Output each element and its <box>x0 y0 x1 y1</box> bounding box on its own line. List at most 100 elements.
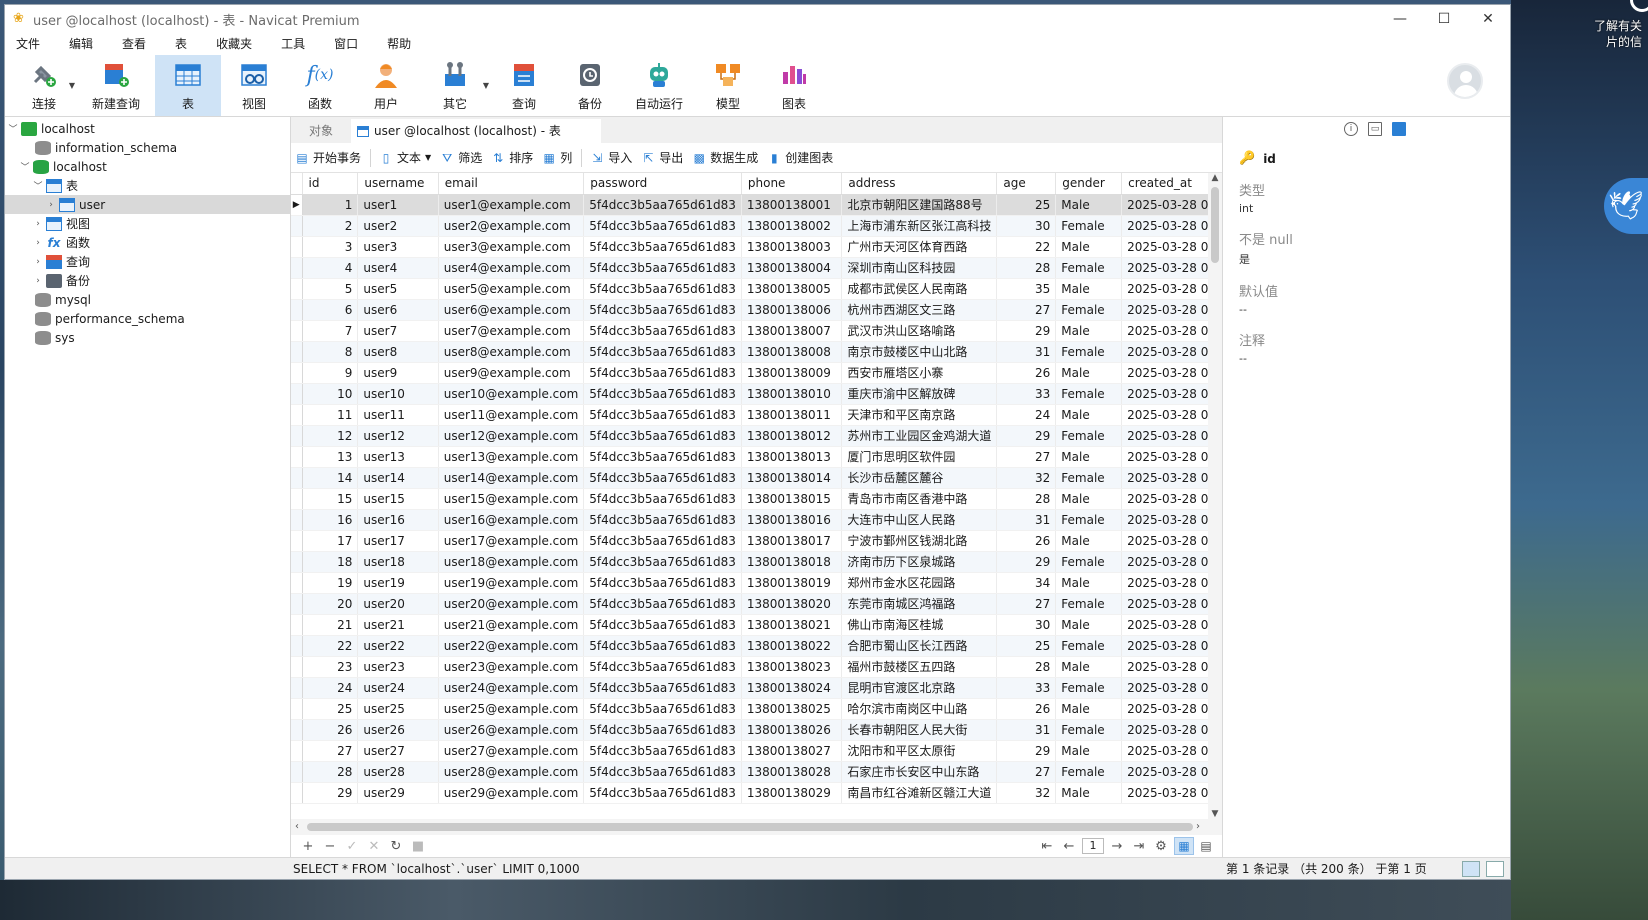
cell-created-at[interactable]: 2025-03-28 08 <box>1121 446 1222 468</box>
cell-address[interactable]: 武汉市洪山区珞喻路 <box>841 320 998 342</box>
cell-gender[interactable]: Female <box>1055 593 1123 615</box>
cell-gender[interactable]: Female <box>1055 341 1123 363</box>
tab-objects[interactable]: 对象 <box>291 119 351 143</box>
cell-username[interactable]: user23 <box>357 656 439 678</box>
cell-age[interactable]: 32 <box>996 467 1057 489</box>
cell-gender[interactable]: Male <box>1055 236 1123 258</box>
toolbar-connect-button[interactable]: ▼ 连接 <box>11 55 77 116</box>
cell-age[interactable]: 25 <box>996 635 1057 657</box>
tree-folder-queries[interactable]: › 查询 <box>5 252 290 271</box>
tree-db-information-schema[interactable]: information_schema <box>5 138 290 157</box>
cell-age[interactable]: 29 <box>996 551 1057 573</box>
table-row[interactable]: 24 user24 user24@example.com 5f4dcc3b5aa765… <box>291 677 1222 699</box>
cell-email[interactable]: user6@example.com <box>438 299 585 321</box>
table-row[interactable]: 12 user12 user12@example.com 5f4dcc3b5aa765… <box>291 425 1222 447</box>
column-header-gender[interactable]: gender <box>1055 173 1123 195</box>
tree-folder-tables[interactable]: ﹀ 表 <box>5 176 290 195</box>
export-button[interactable]: ⇱ 导出 <box>641 149 683 166</box>
cell-phone[interactable]: 13800138009 <box>741 362 843 384</box>
cell-gender[interactable]: Female <box>1055 257 1123 279</box>
toolbar-view-button[interactable]: 视图 <box>221 55 287 116</box>
create-chart-button[interactable]: ▮ 创建图表 <box>767 149 833 166</box>
cell-phone[interactable]: 13800138021 <box>741 614 843 636</box>
cell-password[interactable]: 5f4dcc3b5aa765d61d83 <box>583 572 742 594</box>
cell-phone[interactable]: 13800138029 <box>741 782 843 804</box>
cell-address[interactable]: 南京市鼓楼区中山北路 <box>841 341 998 363</box>
row-marker[interactable] <box>291 341 303 363</box>
cell-address[interactable]: 长春市朝阳区人民大街 <box>841 719 998 741</box>
begin-transaction-button[interactable]: ▤ 开始事务 <box>295 149 361 166</box>
import-button[interactable]: ⇲ 导入 <box>590 149 632 166</box>
cell-password[interactable]: 5f4dcc3b5aa765d61d83 <box>583 215 742 237</box>
cell-created-at[interactable]: 2025-03-28 08 <box>1121 635 1222 657</box>
table-row[interactable]: 15 user15 user15@example.com 5f4dcc3b5aa765… <box>291 488 1222 510</box>
cell-address[interactable]: 福州市鼓楼区五四路 <box>841 656 998 678</box>
page-number-input[interactable]: 1 <box>1082 838 1104 854</box>
chevron-down-icon[interactable]: ﹀ <box>32 179 44 192</box>
cell-age[interactable]: 34 <box>996 572 1057 594</box>
cell-phone[interactable]: 13800138013 <box>741 446 843 468</box>
table-row[interactable]: 28 user28 user28@example.com 5f4dcc3b5aa765… <box>291 761 1222 783</box>
field-grid-icon[interactable] <box>1392 122 1406 136</box>
chevron-right-icon[interactable]: › <box>32 257 44 267</box>
cell-phone[interactable]: 13800138005 <box>741 278 843 300</box>
cell-phone[interactable]: 13800138027 <box>741 740 843 762</box>
cell-password[interactable]: 5f4dcc3b5aa765d61d83 <box>583 530 742 552</box>
cell-username[interactable]: user29 <box>357 782 439 804</box>
toolbar-function-button[interactable]: f (x) 函数 <box>287 55 353 116</box>
cell-age[interactable]: 30 <box>996 215 1057 237</box>
row-marker[interactable] <box>291 425 303 447</box>
menu-view[interactable]: 查看 <box>113 33 155 55</box>
table-row[interactable]: 21 user21 user21@example.com 5f4dcc3b5aa765… <box>291 614 1222 636</box>
cell-id[interactable]: 12 <box>302 425 359 447</box>
cell-phone[interactable]: 13800138002 <box>741 215 843 237</box>
form-view-button[interactable]: ▤ <box>1196 837 1216 855</box>
cell-created-at[interactable]: 2025-03-28 08 <box>1121 614 1222 636</box>
cell-password[interactable]: 5f4dcc3b5aa765d61d83 <box>583 341 742 363</box>
tree-table-user[interactable]: › user <box>5 195 290 214</box>
row-marker[interactable] <box>291 383 303 405</box>
toggle-right-panel-button[interactable] <box>1486 860 1504 877</box>
cell-address[interactable]: 大连市中山区人民路 <box>841 509 998 531</box>
menu-favorites[interactable]: 收藏夹 <box>207 33 261 55</box>
last-page-button[interactable]: ⇥ <box>1128 839 1150 854</box>
cell-age[interactable]: 31 <box>996 509 1057 531</box>
cell-email[interactable]: user17@example.com <box>438 530 585 552</box>
cell-id[interactable]: 26 <box>302 719 359 741</box>
cell-created-at[interactable]: 2025-03-28 08 <box>1121 383 1222 405</box>
scroll-thumb[interactable] <box>307 823 1193 831</box>
cell-age[interactable]: 31 <box>996 719 1057 741</box>
cell-address[interactable]: 重庆市渝中区解放碑 <box>841 383 998 405</box>
cell-username[interactable]: user7 <box>357 320 439 342</box>
table-row[interactable]: 10 user10 user10@example.com 5f4dcc3b5aa765… <box>291 383 1222 405</box>
cell-id[interactable]: 19 <box>302 572 359 594</box>
cell-gender[interactable]: Female <box>1055 215 1123 237</box>
cell-created-at[interactable]: 2025-03-28 08 <box>1121 467 1222 489</box>
cell-created-at[interactable]: 2025-03-28 08 <box>1121 572 1222 594</box>
horizontal-scrollbar[interactable]: ‹ › <box>291 819 1222 835</box>
toggle-left-panel-button[interactable] <box>1462 860 1480 877</box>
chevron-down-icon[interactable]: ﹀ <box>7 122 19 135</box>
cell-password[interactable]: 5f4dcc3b5aa765d61d83 <box>583 782 742 804</box>
cell-address[interactable]: 苏州市工业园区金鸡湖大道 <box>841 425 998 447</box>
cell-id[interactable]: 17 <box>302 530 359 552</box>
cell-password[interactable]: 5f4dcc3b5aa765d61d83 <box>583 383 742 405</box>
toolbar-user-button[interactable]: 用户 <box>353 55 419 116</box>
cell-id[interactable]: 5 <box>302 278 359 300</box>
cell-phone[interactable]: 13800138017 <box>741 530 843 552</box>
vertical-scrollbar[interactable]: ▲ ▼ <box>1208 173 1222 819</box>
cell-phone[interactable]: 13800138026 <box>741 719 843 741</box>
cell-password[interactable]: 5f4dcc3b5aa765d61d83 <box>583 299 742 321</box>
row-marker[interactable] <box>291 530 303 552</box>
cell-age[interactable]: 29 <box>996 425 1057 447</box>
maximize-button[interactable]: ☐ <box>1422 5 1466 33</box>
close-button[interactable]: ✕ <box>1466 5 1510 33</box>
cell-username[interactable]: user28 <box>357 761 439 783</box>
cell-email[interactable]: user4@example.com <box>438 257 585 279</box>
toolbar-model-button[interactable]: 模型 <box>695 55 761 116</box>
cell-id[interactable]: 24 <box>302 677 359 699</box>
cell-id[interactable]: 29 <box>302 782 359 804</box>
cell-created-at[interactable]: 2025-03-28 08 <box>1121 530 1222 552</box>
column-header-email[interactable]: email <box>438 173 585 195</box>
cell-address[interactable]: 济南市历下区泉城路 <box>841 551 998 573</box>
